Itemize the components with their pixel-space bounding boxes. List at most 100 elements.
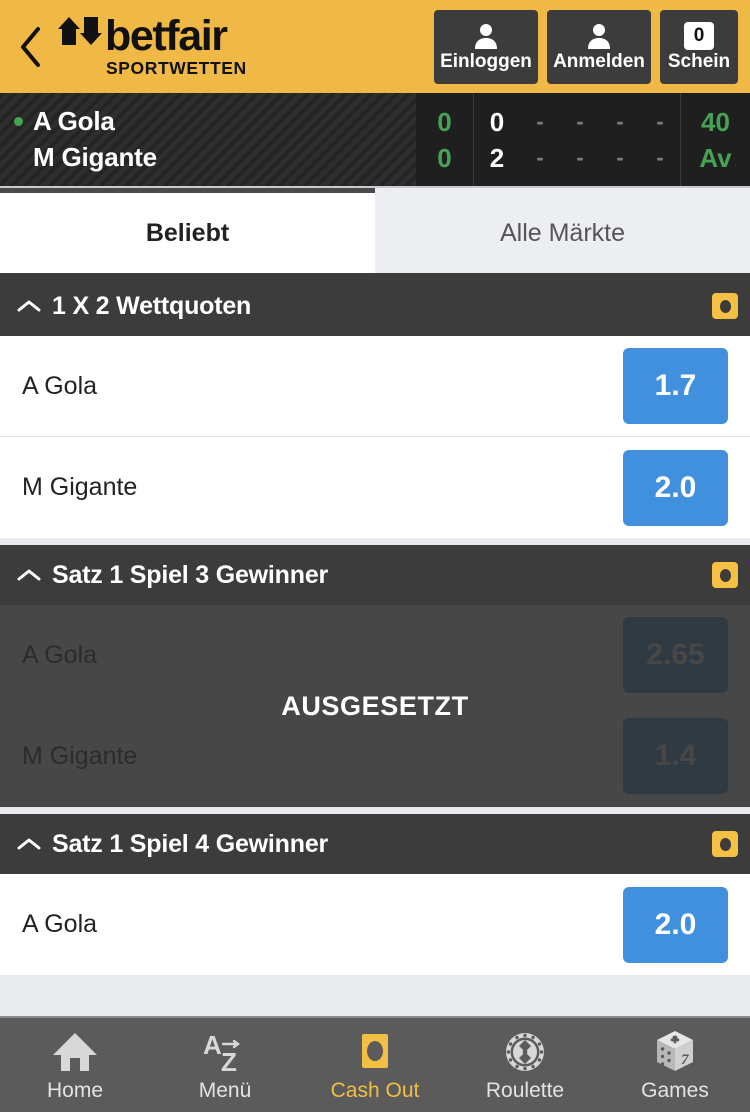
score-cell: - bbox=[576, 144, 584, 170]
markets-list: 1 X 2 Wettquoten A Gola 1.7 M Gigante 2.… bbox=[0, 276, 750, 1016]
selection-name: A Gola bbox=[22, 910, 98, 938]
svg-text:Z: Z bbox=[221, 1047, 237, 1074]
nav-label: Games bbox=[641, 1078, 709, 1102]
score-column-set2: - - bbox=[520, 93, 560, 186]
cashout-icon[interactable] bbox=[712, 293, 738, 319]
app-header: betfair SPORTWETTEN Einloggen Anmelden 0… bbox=[0, 0, 750, 93]
score-cell: - bbox=[536, 108, 544, 134]
betting-app: betfair SPORTWETTEN Einloggen Anmelden 0… bbox=[0, 0, 750, 1112]
cashout-icon[interactable] bbox=[712, 831, 738, 857]
score-cell: 0 bbox=[437, 142, 452, 173]
selection-name: M Gigante bbox=[22, 473, 138, 501]
score-cell: - bbox=[576, 108, 584, 134]
selection-row: M Gigante 1.4 bbox=[0, 706, 750, 807]
betfair-arrows-icon bbox=[58, 15, 102, 52]
chevron-left-icon bbox=[18, 26, 44, 68]
score-column-set1: 0 2 bbox=[474, 93, 520, 186]
odds-button: 1.4 bbox=[623, 718, 728, 794]
az-icon: A Z bbox=[201, 1030, 249, 1074]
selection-row: A Gola 2.0 bbox=[0, 874, 750, 975]
market-title: Satz 1 Spiel 3 Gewinner bbox=[52, 560, 329, 589]
player-name: M Gigante bbox=[33, 142, 157, 172]
score-column-set5: - - bbox=[640, 93, 680, 186]
score-column-sets: 0 0 bbox=[416, 93, 474, 186]
score-cell: 40 bbox=[701, 106, 730, 137]
bottom-navigation: Home A Z Menü Cash Out Roulette 7 Games bbox=[0, 1016, 750, 1112]
brand-subtitle: SPORTWETTEN bbox=[106, 57, 247, 78]
tab-label: Alle Märkte bbox=[499, 218, 626, 247]
selection-row: A Gola 2.65 bbox=[0, 605, 750, 706]
brand-name: betfair bbox=[105, 11, 228, 60]
score-cell: - bbox=[616, 144, 624, 170]
scoreboard-row: M Gigante bbox=[14, 141, 416, 174]
tab-beliebt[interactable]: Beliebt bbox=[0, 188, 375, 273]
selection-row: M Gigante 2.0 bbox=[0, 437, 750, 538]
cashout-icon bbox=[353, 1030, 397, 1074]
svg-text:A: A bbox=[203, 1030, 222, 1060]
chevron-up-icon[interactable] bbox=[16, 298, 42, 314]
player-name: A Gola bbox=[33, 106, 115, 136]
nav-label: Roulette bbox=[485, 1078, 565, 1102]
selection-name: A Gola bbox=[22, 640, 98, 669]
scoreboard-player-names: A Gola M Gigante bbox=[0, 93, 416, 186]
chevron-up-icon[interactable] bbox=[16, 836, 42, 852]
tab-label: Beliebt bbox=[145, 218, 230, 247]
score-cell: - bbox=[536, 144, 544, 170]
score-column-set3: - - bbox=[560, 93, 600, 186]
nav-label: Cash Out bbox=[330, 1078, 420, 1102]
score-column-points: 40 Av bbox=[680, 93, 750, 186]
roulette-wheel-icon bbox=[503, 1030, 547, 1074]
market-title: 1 X 2 Wettquoten bbox=[52, 291, 252, 320]
match-scoreboard[interactable]: A Gola M Gigante 0 0 0 2 - - - - - - - -… bbox=[0, 93, 750, 188]
chevron-up-icon[interactable] bbox=[16, 567, 42, 583]
person-icon bbox=[472, 22, 500, 50]
score-cell: - bbox=[656, 108, 664, 134]
score-column-set4: - - bbox=[600, 93, 640, 186]
login-button[interactable]: Einloggen bbox=[434, 9, 538, 84]
person-icon bbox=[585, 22, 613, 50]
score-cell: - bbox=[616, 108, 624, 134]
nav-item-cashout[interactable]: Cash Out bbox=[300, 1018, 450, 1112]
market-header[interactable]: Satz 1 Spiel 3 Gewinner bbox=[0, 545, 750, 605]
market-header[interactable]: Satz 1 Spiel 4 Gewinner bbox=[0, 814, 750, 874]
svg-text:7: 7 bbox=[681, 1052, 689, 1068]
scoreboard-row: A Gola bbox=[14, 105, 416, 138]
odds-button: 2.65 bbox=[623, 617, 728, 693]
market-header[interactable]: 1 X 2 Wettquoten bbox=[0, 276, 750, 336]
nav-label: Home bbox=[46, 1078, 104, 1102]
nav-item-menu[interactable]: A Z Menü bbox=[150, 1018, 300, 1112]
selection-name: A Gola bbox=[22, 371, 98, 400]
score-cell: 0 bbox=[437, 106, 452, 137]
odds-button[interactable]: 2.0 bbox=[623, 886, 728, 963]
market-section-suspended: Satz 1 Spiel 3 Gewinner A Gola 2.65 M Gi… bbox=[0, 545, 750, 807]
back-button[interactable] bbox=[14, 24, 48, 70]
nav-label: Menü bbox=[198, 1078, 252, 1102]
nav-item-games[interactable]: 7 Games bbox=[600, 1018, 750, 1112]
register-label: Anmelden bbox=[553, 51, 645, 72]
betslip-button[interactable]: 0 Schein bbox=[660, 9, 738, 84]
nav-item-roulette[interactable]: Roulette bbox=[450, 1018, 600, 1112]
odds-button[interactable]: 2.0 bbox=[623, 449, 728, 526]
selection-row: A Gola 1.7 bbox=[0, 336, 750, 437]
market-section: 1 X 2 Wettquoten A Gola 1.7 M Gigante 2.… bbox=[0, 276, 750, 538]
nav-item-home[interactable]: Home bbox=[0, 1018, 150, 1112]
score-cell: 2 bbox=[489, 142, 505, 173]
market-section: Satz 1 Spiel 4 Gewinner A Gola 2.0 bbox=[0, 814, 750, 975]
brand-logo[interactable]: betfair SPORTWETTEN bbox=[54, 15, 434, 79]
serve-indicator-icon bbox=[14, 117, 23, 126]
selection-name: M Gigante bbox=[22, 741, 138, 770]
market-title: Satz 1 Spiel 4 Gewinner bbox=[52, 829, 329, 858]
home-icon bbox=[52, 1030, 98, 1074]
betslip-count: 0 bbox=[684, 22, 714, 50]
scoreboard-scores: 0 0 0 2 - - - - - - - - 40 Av bbox=[416, 93, 750, 186]
cashout-icon[interactable] bbox=[712, 562, 738, 588]
betslip-label: Schein bbox=[667, 51, 731, 72]
suspended-body: A Gola 2.65 M Gigante 1.4 AUSGESETZT bbox=[0, 605, 750, 807]
score-cell: 0 bbox=[489, 106, 505, 137]
login-label: Einloggen bbox=[440, 51, 532, 72]
register-button[interactable]: Anmelden bbox=[547, 9, 651, 84]
odds-button[interactable]: 1.7 bbox=[623, 348, 728, 424]
tab-alle-maerkte[interactable]: Alle Märkte bbox=[375, 188, 750, 273]
market-tabs: Beliebt Alle Märkte bbox=[0, 188, 750, 276]
score-cell: - bbox=[656, 144, 664, 170]
